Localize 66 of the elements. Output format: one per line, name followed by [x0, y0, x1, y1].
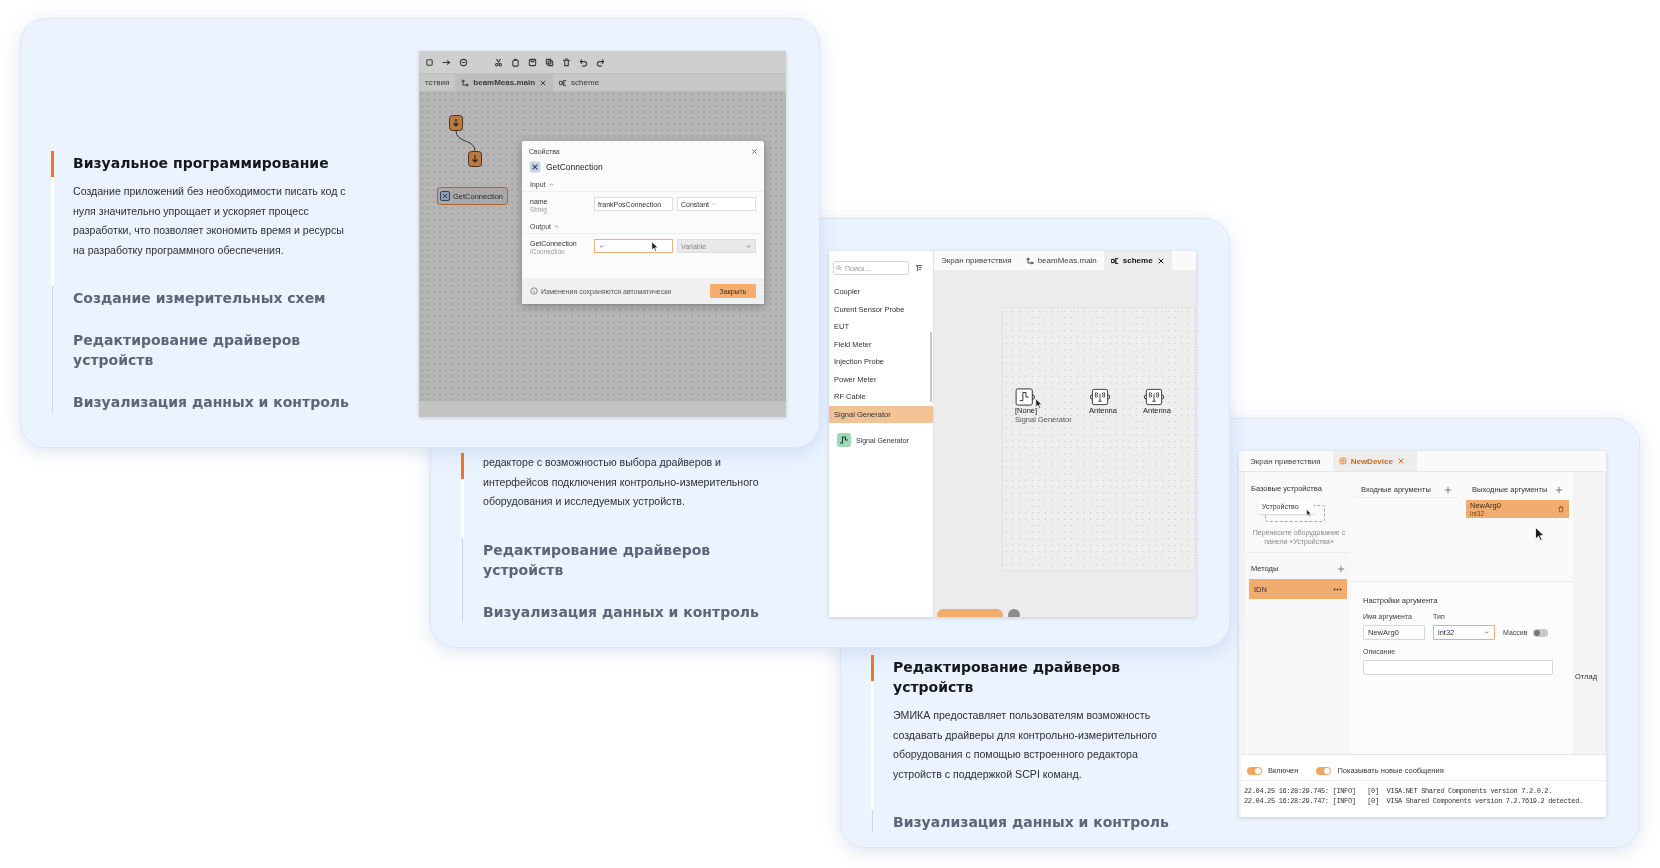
- feature-title[interactable]: Создание измерительных схем: [73, 286, 326, 308]
- feature-description: Создание приложений без необходимости писать код с нуля значительно упрощает и ускоряет процесс разработки, что позволяет экономить время и ресурсы на разработку программного обеспечения.: [73, 184, 347, 258]
- sort-icon[interactable]: [915, 264, 923, 272]
- device-icon: [1338, 457, 1347, 465]
- link-icon: [440, 191, 450, 201]
- feature-title[interactable]: Визуализация данных и контроль: [73, 390, 349, 412]
- cursor-icon: [1306, 509, 1312, 517]
- plus-icon[interactable]: [1555, 485, 1563, 494]
- switch[interactable]: [1247, 766, 1262, 775]
- tab[interactable]: scheme: [1103, 251, 1172, 270]
- chevron-up-icon: [547, 181, 555, 188]
- antenna-icon[interactable]: [1089, 388, 1111, 406]
- arrow-icon[interactable]: [442, 57, 451, 67]
- array-toggle[interactable]: [1533, 628, 1549, 637]
- delete-icon[interactable]: [562, 57, 571, 67]
- copy-icon[interactable]: [545, 57, 554, 67]
- tab[interactable]: beamMeas.main: [1018, 251, 1104, 270]
- signal-generator-icon: [837, 433, 851, 447]
- scheme-icon: [1110, 256, 1119, 265]
- redo-icon[interactable]: [596, 57, 605, 67]
- tab[interactable]: Экран приветствия: [1244, 451, 1333, 471]
- square-icon[interactable]: [425, 57, 434, 67]
- feature-title[interactable]: Визуальное программирование: [73, 151, 351, 173]
- component-name: GetConnection: [546, 162, 603, 172]
- tab[interactable]: scheme: [553, 74, 606, 91]
- undo-icon[interactable]: [579, 57, 588, 67]
- caret-icon: [745, 242, 752, 250]
- feature-title[interactable]: Визуализация данных и контроль: [483, 599, 759, 622]
- feature-title[interactable]: Редактирование драйверов устройств: [893, 655, 1171, 697]
- search-icon: [836, 265, 842, 271]
- graph-icon: [461, 78, 470, 87]
- info-icon: [530, 287, 538, 295]
- plus-icon[interactable]: [1337, 564, 1345, 573]
- paste-icon[interactable]: [511, 57, 520, 67]
- close-icon[interactable]: [1156, 256, 1165, 265]
- caret-icon: [598, 242, 605, 250]
- more-icon[interactable]: [1333, 587, 1342, 591]
- chevron-up-icon: [553, 223, 560, 230]
- trash-icon[interactable]: [1557, 505, 1565, 513]
- link-icon: [529, 161, 541, 173]
- antenna-icon[interactable]: [1143, 388, 1165, 406]
- circle-icon[interactable]: [459, 57, 468, 67]
- cursor-icon: [651, 241, 659, 252]
- flow-node[interactable]: [468, 151, 482, 167]
- cursor-icon: [1035, 398, 1043, 409]
- tab[interactable]: beamMeas.main: [455, 74, 554, 91]
- feature-title[interactable]: Редактирование драйверов устройств: [483, 537, 761, 580]
- feature-description: редакторе с возможностью выбора драйверов и интерфейсов подключения контрольно-измерительного оборудования и исследуемых устройств.: [483, 455, 760, 509]
- description-field[interactable]: [1363, 660, 1553, 675]
- caret-icon: [1483, 629, 1490, 636]
- graph-icon: [1025, 256, 1034, 265]
- plus-icon[interactable]: [1444, 485, 1452, 494]
- save-icon[interactable]: [528, 57, 537, 67]
- tab[interactable]: Экран приветствия: [934, 251, 1019, 270]
- cursor-icon: [1534, 526, 1546, 542]
- feature-description: ЭМИКА предоставляет пользователям возможность создавать драйверы для контрольно-измерительного оборудования с помощью встроенного редактора устройств с поддержкой SCPI команд.: [893, 708, 1158, 782]
- input-field[interactable]: [594, 239, 673, 253]
- signal-generator-icon[interactable]: [1015, 388, 1037, 406]
- caret-icon: [711, 201, 718, 207]
- flow-node[interactable]: [449, 115, 463, 131]
- feature-title[interactable]: Редактирование драйверов устройств: [73, 328, 351, 370]
- switch[interactable]: [1316, 766, 1332, 775]
- cut-icon[interactable]: [494, 57, 503, 67]
- feature-title[interactable]: Визуализация данных и контроль: [893, 810, 1169, 832]
- tab[interactable]: тствия: [419, 74, 456, 91]
- scheme-icon: [559, 78, 568, 87]
